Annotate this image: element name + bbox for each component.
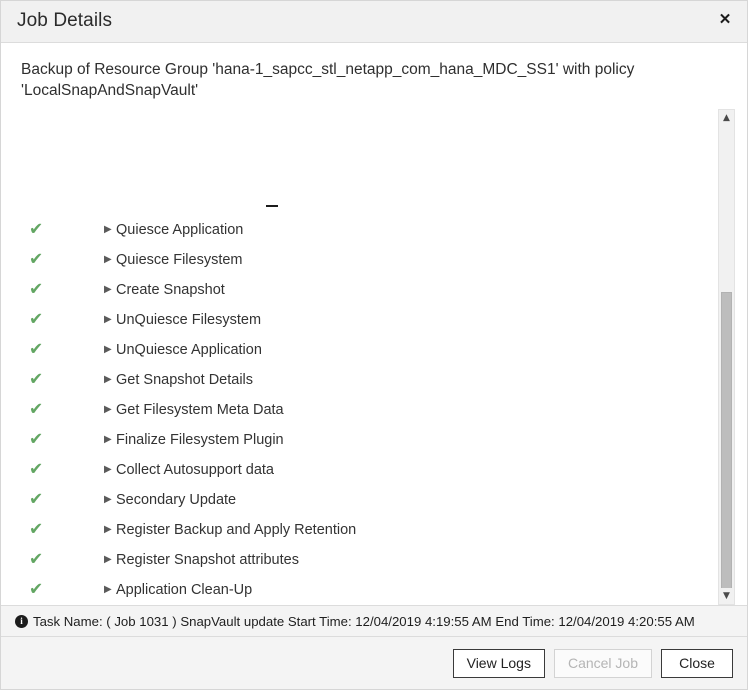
task-label: Application Clean-Up	[116, 582, 252, 598]
task-status-check-icon: ✔	[29, 492, 43, 509]
expand-arrow-icon[interactable]: ▶	[104, 315, 112, 325]
expand-arrow-icon[interactable]: ▶	[104, 375, 112, 385]
expand-arrow-icon[interactable]: ▶	[104, 525, 112, 535]
task-viewport: ✔ ▶ Quiesce Application ✔ ▶ Quiesce Filesyste…	[1, 105, 747, 605]
task-label: Register Backup and Apply Retention	[116, 522, 356, 538]
task-status-check-icon: ✔	[29, 522, 43, 539]
task-list-scrollbar[interactable]: ▲ ▼	[718, 109, 735, 605]
scroll-up-icon[interactable]: ▲	[719, 110, 734, 126]
task-status-check-icon: ✔	[29, 222, 43, 239]
task-row[interactable]: ✔ ▶ Application Clean-Up	[19, 575, 729, 605]
dialog-titlebar: Job Details ✕	[1, 1, 747, 43]
scroll-down-icon[interactable]: ▼	[719, 588, 734, 604]
task-label: UnQuiesce Filesystem	[116, 312, 261, 328]
task-row[interactable]: ✔ ▶ Quiesce Application	[19, 215, 729, 245]
task-label: Quiesce Filesystem	[116, 252, 243, 268]
dialog-footer: View Logs Cancel Job Close	[1, 637, 747, 689]
task-status-check-icon: ✔	[29, 462, 43, 479]
expand-arrow-icon[interactable]: ▶	[104, 405, 112, 415]
expand-arrow-icon[interactable]: ▶	[104, 435, 112, 445]
scrollbar-thumb[interactable]	[721, 292, 732, 589]
task-status-check-icon: ✔	[29, 552, 43, 569]
info-icon: i	[15, 615, 28, 628]
task-label: Register Snapshot attributes	[116, 552, 299, 568]
task-label: Get Filesystem Meta Data	[116, 402, 284, 418]
task-status-check-icon: ✔	[29, 312, 43, 329]
task-row[interactable]: ✔ ▶ Create Snapshot	[19, 275, 729, 305]
expand-arrow-icon[interactable]: ▶	[104, 495, 112, 505]
task-row[interactable]: ✔ ▶ Register Snapshot attributes	[19, 545, 729, 575]
expand-arrow-icon[interactable]: ▶	[104, 585, 112, 595]
job-description: Backup of Resource Group 'hana-1_sapcc_s…	[1, 43, 701, 105]
task-label: Create Snapshot	[116, 282, 225, 298]
task-row[interactable]: ✔ ▶ Finalize Filesystem Plugin	[19, 425, 729, 455]
expand-arrow-icon[interactable]: ▶	[104, 225, 112, 235]
expand-arrow-icon[interactable]: ▶	[104, 345, 112, 355]
task-label: Finalize Filesystem Plugin	[116, 432, 284, 448]
task-scroll-region: ✔ ▶ Quiesce Application ✔ ▶ Quiesce Filesyste…	[1, 105, 747, 605]
task-status-check-icon: ✔	[29, 252, 43, 269]
cancel-job-button: Cancel Job	[554, 649, 652, 678]
task-row[interactable]: ✔ ▶ Get Snapshot Details	[19, 365, 729, 395]
task-list: ✔ ▶ Quiesce Application ✔ ▶ Quiesce Filesyste…	[1, 215, 747, 605]
task-label: Get Snapshot Details	[116, 372, 253, 388]
task-row[interactable]: ✔ ▶ Quiesce Filesystem	[19, 245, 729, 275]
task-row[interactable]: ✔ ▶ Secondary Update	[19, 485, 729, 515]
expand-arrow-icon[interactable]: ▶	[104, 555, 112, 565]
close-button[interactable]: Close	[661, 649, 733, 678]
task-status-check-icon: ✔	[29, 282, 43, 299]
status-bar-text: Task Name: ( Job 1031 ) SnapVault update…	[33, 614, 695, 629]
task-row[interactable]: ✔ ▶ Get Filesystem Meta Data	[19, 395, 729, 425]
task-label: Collect Autosupport data	[116, 462, 274, 478]
task-status-check-icon: ✔	[29, 402, 43, 419]
expand-arrow-icon[interactable]: ▶	[104, 255, 112, 265]
task-row[interactable]: ✔ ▶ Register Backup and Apply Retention	[19, 515, 729, 545]
expand-arrow-icon[interactable]: ▶	[104, 465, 112, 475]
task-row[interactable]: ✔ ▶ UnQuiesce Filesystem	[19, 305, 729, 335]
clipped-row-indicator	[266, 205, 278, 207]
task-status-check-icon: ✔	[29, 582, 43, 599]
dialog-title: Job Details	[17, 10, 112, 32]
task-status-check-icon: ✔	[29, 432, 43, 449]
task-status-check-icon: ✔	[29, 342, 43, 359]
task-row[interactable]: ✔ ▶ Collect Autosupport data	[19, 455, 729, 485]
task-label: UnQuiesce Application	[116, 342, 262, 358]
status-bar: i Task Name: ( Job 1031 ) SnapVault upda…	[1, 605, 747, 637]
job-details-dialog: Job Details ✕ Backup of Resource Group '…	[0, 0, 748, 690]
task-status-check-icon: ✔	[29, 372, 43, 389]
task-label: Quiesce Application	[116, 222, 243, 238]
expand-arrow-icon[interactable]: ▶	[104, 285, 112, 295]
task-row[interactable]: ✔ ▶ UnQuiesce Application	[19, 335, 729, 365]
close-icon[interactable]: ✕	[714, 9, 736, 31]
view-logs-button[interactable]: View Logs	[453, 649, 545, 678]
task-label: Secondary Update	[116, 492, 236, 508]
